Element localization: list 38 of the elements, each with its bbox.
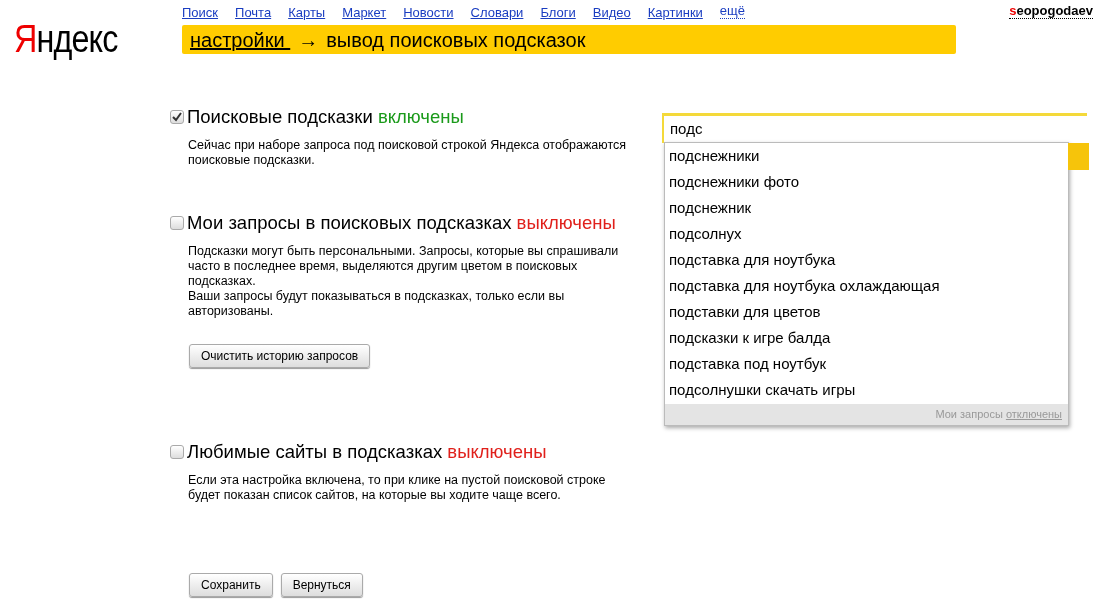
action-button[interactable]: Сохранить: [189, 573, 273, 598]
setting-title: Мои запросы в поисковых подсказках выключены: [187, 211, 616, 235]
checkbox[interactable]: [170, 110, 184, 124]
checkbox[interactable]: [170, 445, 184, 460]
logo: Яндекс: [14, 20, 119, 58]
suggestion-item[interactable]: подсказки к игре балда: [665, 325, 1068, 351]
setting-description: Сейчас при наборе запроса под поисковой строкой Яндекса отображаются поисковые подсказки.: [188, 138, 627, 169]
footer-label: Мои запросы: [935, 408, 1004, 420]
suggestion-item[interactable]: подснежники фото: [665, 169, 1068, 195]
breadcrumb-link[interactable]: настройки: [190, 24, 291, 55]
nav-link-item[interactable]: Карты: [288, 3, 326, 25]
nav-link-item[interactable]: Маркет: [342, 3, 387, 25]
clear-history-button[interactable]: Очистить историю запросов: [189, 344, 371, 369]
checkbox[interactable]: [170, 216, 184, 231]
suggestion-item[interactable]: подснежники: [665, 143, 1068, 169]
nav-link-item[interactable]: Словари: [470, 3, 524, 25]
setting-title: Поисковые подсказки включены: [187, 105, 464, 129]
setting-title: Любимые сайты в подсказках выключены: [187, 440, 547, 464]
suggestion-item[interactable]: подсолнушки скачать игры: [665, 377, 1068, 403]
setting-description: Если эта настройка включена, то при клике на пустой поисковой строке будет показан список сайтов, на которые вы ходите чаще всего.: [188, 473, 607, 504]
nav-link-item[interactable]: Новости: [403, 3, 454, 25]
setting-description: Подсказки могут быть персональными. Запросы, которые вы спрашивали часто в последнее время, выделяются другим цветом в поисковых подсказках. Ваши запросы будут показываться в подсказках, только если вы авторизованы.: [188, 244, 620, 320]
nav-link-item[interactable]: ещё: [719, 4, 745, 20]
nav-link-item[interactable]: Почта: [235, 3, 272, 25]
username-link[interactable]: seopogodaev: [1009, 4, 1093, 20]
arrow-glyph: →: [298, 27, 319, 53]
suggestion-item[interactable]: подставка для ноутбука охлаждающая: [665, 273, 1068, 299]
nav-link-item[interactable]: Блоги: [540, 3, 576, 25]
nav-link-item[interactable]: Картинки: [647, 3, 703, 25]
suggestion-item[interactable]: подснежник: [665, 195, 1068, 221]
nav-link-item[interactable]: Видео: [592, 3, 631, 25]
suggestion-item[interactable]: подставки для цветов: [665, 299, 1068, 325]
page-title: вывод поисковых подсказок: [326, 27, 586, 53]
suggestion-item[interactable]: подставка для ноутбука: [665, 247, 1068, 273]
suggestion-item[interactable]: подсолнух: [665, 221, 1068, 247]
nav-link-item[interactable]: Поиск: [182, 3, 219, 25]
suggestion-item[interactable]: подставка под ноутбук: [665, 351, 1068, 377]
action-button[interactable]: Вернуться: [280, 573, 363, 598]
